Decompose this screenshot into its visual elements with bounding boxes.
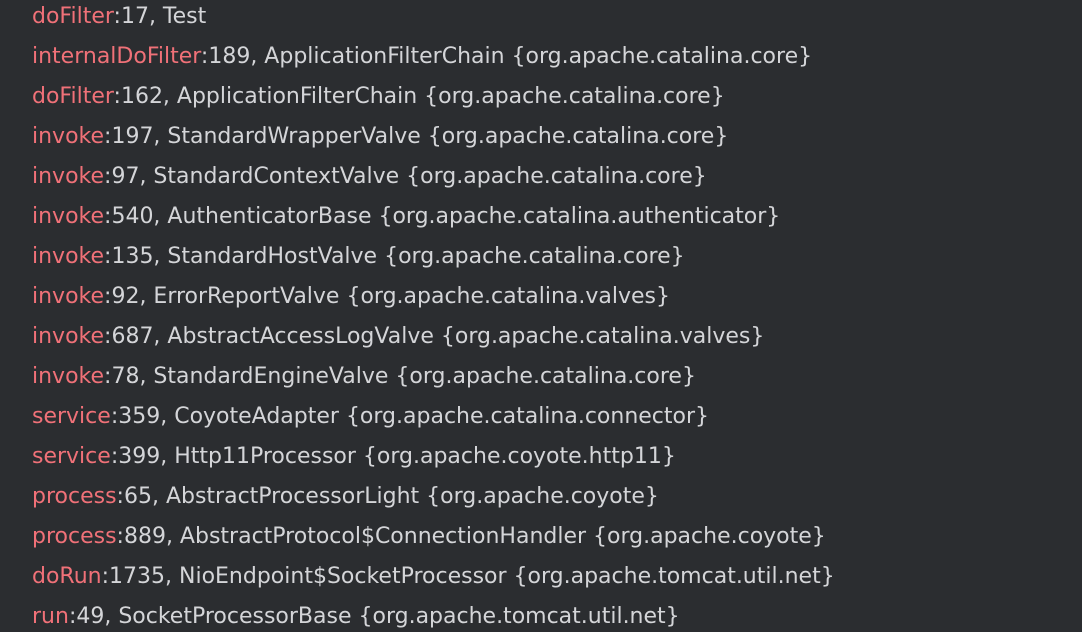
frame-details: :197, StandardWrapperValve {org.apache.c… bbox=[104, 124, 729, 149]
stack-frame[interactable]: invoke:78, StandardEngineValve {org.apac… bbox=[32, 357, 835, 397]
stack-frame[interactable]: invoke:92, ErrorReportValve {org.apache.… bbox=[32, 277, 835, 317]
stack-frame[interactable]: invoke:540, AuthenticatorBase {org.apach… bbox=[32, 197, 835, 237]
stack-frame[interactable]: run:49, SocketProcessorBase {org.apache.… bbox=[32, 597, 835, 632]
frame-details: :65, AbstractProcessorLight {org.apache.… bbox=[116, 484, 659, 509]
frame-method: service bbox=[32, 404, 111, 429]
stack-frame-list: doFilter:17, Test internalDoFilter:189, … bbox=[32, 0, 835, 632]
stack-frame[interactable]: doRun:1735, NioEndpoint$SocketProcessor … bbox=[32, 557, 835, 597]
frame-method: invoke bbox=[32, 244, 105, 269]
stack-frame[interactable]: internalDoFilter:189, ApplicationFilterC… bbox=[32, 37, 835, 77]
frame-details: :540, AuthenticatorBase {org.apache.cata… bbox=[104, 204, 781, 229]
frame-details: :687, AbstractAccessLogValve {org.apache… bbox=[104, 324, 765, 349]
frame-method: doRun bbox=[32, 564, 102, 589]
frame-method: process bbox=[32, 484, 117, 509]
frame-method: invoke bbox=[32, 124, 105, 149]
frame-method: invoke bbox=[32, 204, 105, 229]
frame-method: service bbox=[32, 444, 111, 469]
frame-method: run bbox=[32, 604, 69, 629]
call-stack-panel: doFilter:17, Test internalDoFilter:189, … bbox=[0, 0, 1082, 632]
frame-details: :49, SocketProcessorBase {org.apache.tom… bbox=[68, 604, 680, 629]
frame-details: :17, Test bbox=[113, 4, 207, 29]
frame-details: :1735, NioEndpoint$SocketProcessor {org.… bbox=[101, 564, 835, 589]
stack-frame[interactable]: invoke:135, StandardHostValve {org.apach… bbox=[32, 237, 835, 277]
frame-method: doFilter bbox=[32, 84, 114, 109]
stack-frame[interactable]: doFilter:17, Test bbox=[32, 0, 835, 37]
stack-frame[interactable]: invoke:197, StandardWrapperValve {org.ap… bbox=[32, 117, 835, 157]
frame-method: invoke bbox=[32, 364, 105, 389]
frame-method: doFilter bbox=[32, 4, 114, 29]
stack-frame[interactable]: invoke:97, StandardContextValve {org.apa… bbox=[32, 157, 835, 197]
frame-method: process bbox=[32, 524, 117, 549]
frame-details: :97, StandardContextValve {org.apache.ca… bbox=[104, 164, 707, 189]
frame-details: :78, StandardEngineValve {org.apache.cat… bbox=[104, 364, 696, 389]
stack-frame[interactable]: invoke:687, AbstractAccessLogValve {org.… bbox=[32, 317, 835, 357]
frame-method: invoke bbox=[32, 284, 105, 309]
frame-details: :889, AbstractProtocol$ConnectionHandler… bbox=[116, 524, 826, 549]
stack-frame[interactable]: service:359, CoyoteAdapter {org.apache.c… bbox=[32, 397, 835, 437]
frame-details: :135, StandardHostValve {org.apache.cata… bbox=[104, 244, 685, 269]
stack-frame[interactable]: service:399, Http11Processor {org.apache… bbox=[32, 437, 835, 477]
frame-details: :359, CoyoteAdapter {org.apache.catalina… bbox=[110, 404, 710, 429]
frame-method: internalDoFilter bbox=[32, 44, 201, 69]
frame-details: :399, Http11Processor {org.apache.coyote… bbox=[110, 444, 676, 469]
frame-details: :162, ApplicationFilterChain {org.apache… bbox=[113, 84, 725, 109]
frame-method: invoke bbox=[32, 164, 105, 189]
stack-frame[interactable]: process:889, AbstractProtocol$Connection… bbox=[32, 517, 835, 557]
frame-details: :92, ErrorReportValve {org.apache.catali… bbox=[104, 284, 670, 309]
frame-method: invoke bbox=[32, 324, 105, 349]
frame-details: :189, ApplicationFilterChain {org.apache… bbox=[200, 44, 813, 69]
stack-frame[interactable]: doFilter:162, ApplicationFilterChain {or… bbox=[32, 77, 835, 117]
stack-frame[interactable]: process:65, AbstractProcessorLight {org.… bbox=[32, 477, 835, 517]
